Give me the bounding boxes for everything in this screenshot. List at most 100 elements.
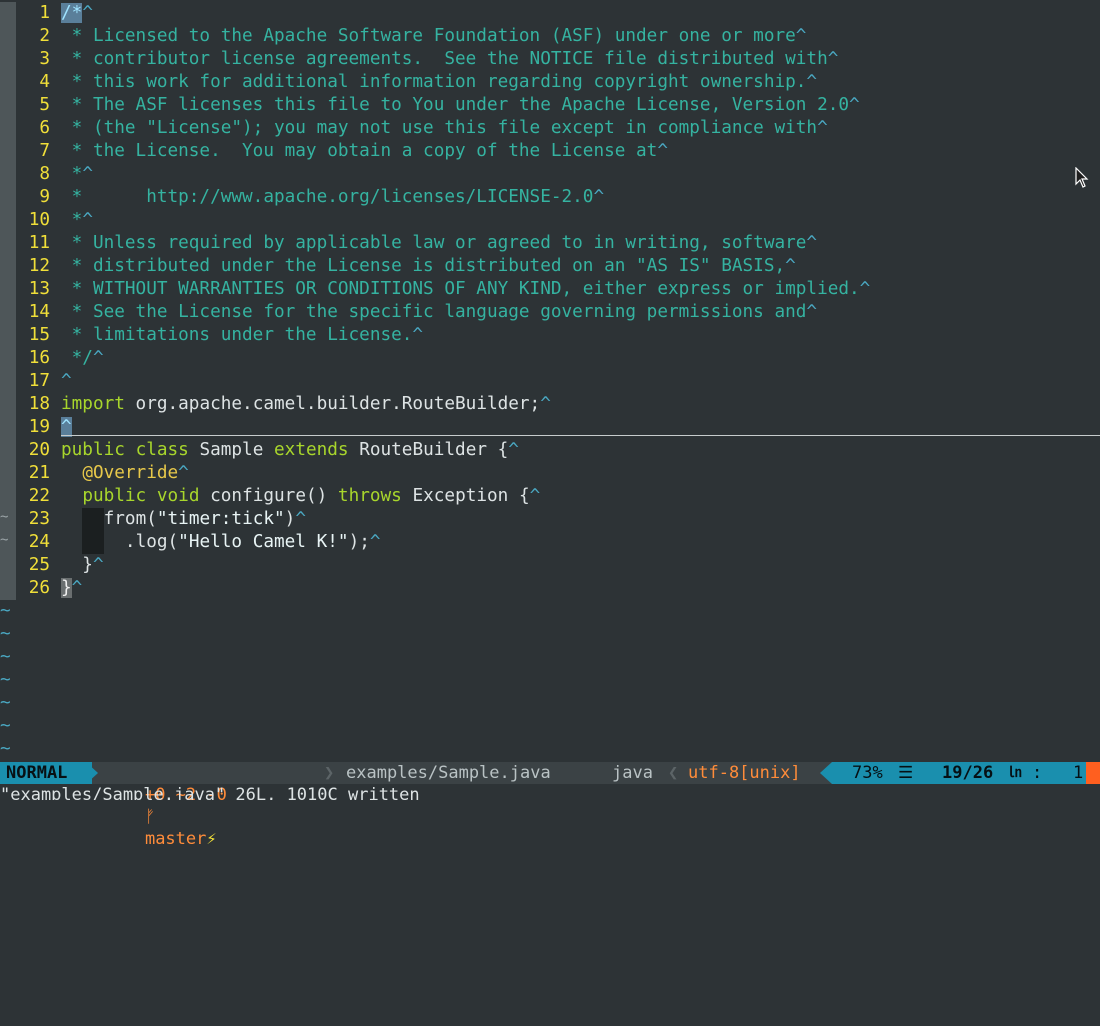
code-line[interactable]: 25 }^ (0, 554, 1100, 577)
code-text[interactable]: from("timer:tick")^ (61, 508, 306, 531)
code-line[interactable]: 6 * (the "License"); you may not use thi… (0, 117, 1100, 140)
sign-column (0, 2, 16, 25)
code-line[interactable]: 11 * Unless required by applicable law o… (0, 232, 1100, 255)
code-line[interactable]: 15 * limitations under the License.^ (0, 324, 1100, 347)
file-encoding: utf-8[unix] (688, 763, 801, 783)
code-text[interactable]: * distributed under the License is distr… (61, 255, 796, 278)
code-line[interactable]: 18 import org.apache.camel.builder.RouteB… (0, 393, 1100, 416)
code-text[interactable]: public void configure() throws Exception… (61, 485, 540, 508)
line-number: 14 (28, 302, 50, 322)
sign-column (0, 163, 16, 186)
code-text[interactable]: * Licensed to the Apache Software Founda… (61, 25, 807, 48)
position-info: 73% ☰ 19/26 ㏑ : 1 (832, 762, 1088, 784)
code-line[interactable]: 16 */^ (0, 347, 1100, 370)
sign-column (0, 462, 16, 485)
code-line[interactable]: 7 * the License. You may obtain a copy o… (0, 140, 1100, 163)
code-token: ^ (82, 3, 93, 23)
line-number: 11 (28, 233, 50, 253)
sign-column (0, 393, 16, 416)
sign-column (0, 324, 16, 347)
code-line[interactable]: 8 *^ (0, 163, 1100, 186)
code-token: ^ (295, 509, 306, 529)
editor-buffer[interactable]: 1/*^ 2 * Licensed to the Apache Software … (0, 0, 1100, 762)
code-token: * limitations under the License. (61, 325, 413, 345)
code-line[interactable]: 4 * this work for additional information… (0, 71, 1100, 94)
line-number: 10 (28, 210, 50, 230)
line-position: 19/26 (942, 763, 994, 783)
code-line[interactable]: 14 * See the License for the specific la… (0, 301, 1100, 324)
code-line[interactable]: 20 public class Sample extends RouteBuild… (0, 439, 1100, 462)
code-token: ^ (806, 302, 818, 322)
code-text[interactable]: @Override^ (61, 462, 189, 485)
sign-column (0, 117, 16, 140)
code-line[interactable]: ~23 from("timer:tick")^ (0, 508, 1100, 531)
code-line[interactable]: 2 * Licensed to the Apache Software Foun… (0, 25, 1100, 48)
warning-indicator-icon (1086, 762, 1100, 784)
code-token: * (61, 164, 83, 184)
code-token: * See the License for the specific langu… (61, 302, 807, 322)
code-text[interactable]: /*^ (61, 2, 93, 25)
file-name: examples/Sample.java (346, 763, 551, 783)
sign-column (0, 25, 16, 48)
code-text[interactable]: public class Sample extends RouteBuilder… (61, 439, 519, 462)
code-text[interactable]: import org.apache.camel.builder.RouteBui… (61, 393, 551, 416)
code-token: extends (274, 440, 349, 460)
code-text[interactable]: *^ (61, 209, 93, 232)
sign-column (0, 301, 16, 324)
code-text[interactable]: * (the "License"); you may not use this … (61, 117, 828, 140)
code-text[interactable]: * WITHOUT WARRANTIES OR CONDITIONS OF AN… (61, 278, 871, 301)
line-number-icon: ㏑ (1008, 765, 1022, 781)
code-text[interactable]: * See the License for the specific langu… (61, 301, 817, 324)
code-line[interactable]: 21 @Override^ (0, 462, 1100, 485)
code-text[interactable]: *^ (61, 163, 93, 186)
code-line[interactable]: 13 * WITHOUT WARRANTIES OR CONDITIONS OF… (0, 278, 1100, 301)
code-token: * Licensed to the Apache Software Founda… (61, 26, 796, 46)
empty-line-tilde: ~ (0, 670, 11, 690)
command-line[interactable]: "examples/Sample.java" 26L, 1010C writte… (0, 784, 1100, 800)
code-line[interactable]: 22 public void configure() throws Except… (0, 485, 1100, 508)
code-token: "Hello Camel K!" (178, 532, 349, 552)
code-token: ^ (806, 233, 818, 253)
code-line[interactable]: 17 ^ (0, 370, 1100, 393)
line-number: 7 (39, 141, 50, 161)
git-status: +0 ~2 -0 ᚠ master⚡ (104, 762, 227, 849)
line-number: 12 (28, 256, 50, 276)
code-text[interactable]: }^ (61, 577, 82, 600)
code-text[interactable]: }^ (61, 554, 103, 577)
code-token: * (61, 210, 83, 230)
sign-column (0, 439, 16, 462)
code-line[interactable]: 5 * The ASF licenses this file to You un… (0, 94, 1100, 117)
code-text[interactable]: * contributor license agreements. See th… (61, 48, 839, 71)
code-text[interactable]: * limitations under the License.^ (61, 324, 423, 347)
code-line[interactable]: ~24 .log("Hello Camel K!");^ (0, 531, 1100, 554)
section-separator: ❮ (668, 763, 679, 783)
code-text[interactable]: * this work for additional information r… (61, 71, 817, 94)
code-text[interactable]: */^ (61, 347, 104, 370)
code-text[interactable]: * The ASF licenses this file to You unde… (61, 94, 860, 117)
code-text[interactable]: * http://www.apache.org/licenses/LICENSE… (61, 186, 604, 209)
sign-column (0, 232, 16, 255)
code-token: ^ (785, 256, 796, 276)
code-token: * the License. You may obtain a copy of … (61, 141, 658, 161)
code-text[interactable]: ^ (61, 370, 72, 393)
code-token: @Override (82, 463, 179, 483)
code-line[interactable]: 12 * distributed under the License is di… (0, 255, 1100, 278)
code-text[interactable]: .log("Hello Camel K!");^ (61, 531, 381, 554)
code-line[interactable]: 3 * contributor license agreements. See … (0, 48, 1100, 71)
code-token: ); (348, 532, 370, 552)
line-number: 8 (39, 164, 50, 184)
empty-line-tilde: ~ (0, 624, 11, 644)
code-line[interactable]: 10 *^ (0, 209, 1100, 232)
mode-separator-arrow (86, 762, 98, 784)
code-text[interactable]: * the License. You may obtain a copy of … (61, 140, 668, 163)
line-number: 24 (28, 532, 50, 552)
code-line[interactable]: 26}^ (0, 577, 1100, 600)
line-number: 16 (28, 348, 50, 368)
code-text[interactable]: * Unless required by applicable law or a… (61, 232, 817, 255)
code-line[interactable]: 1 /*^ (0, 2, 1100, 25)
code-line[interactable]: 9 * http://www.apache.org/licenses/LICEN… (0, 186, 1100, 209)
